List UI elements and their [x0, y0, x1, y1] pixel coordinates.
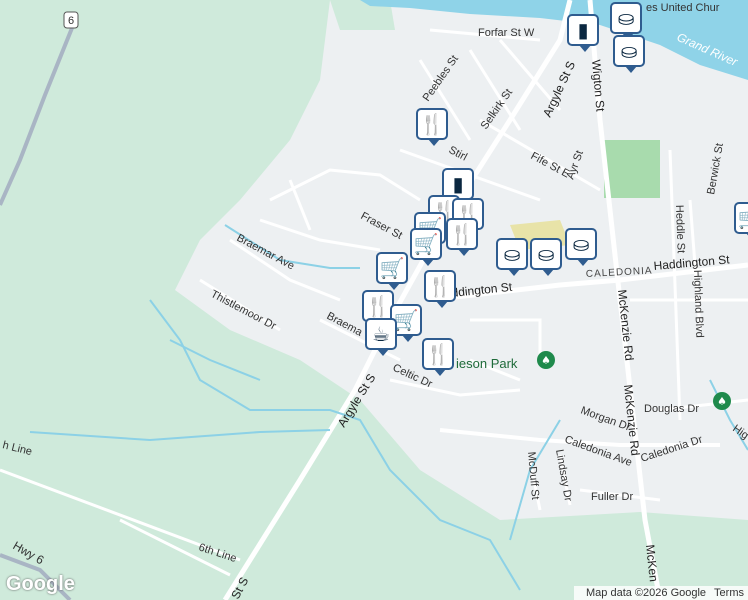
heddle-st-label: Heddle St	[673, 205, 687, 254]
svg-text:♠: ♠	[717, 395, 727, 408]
park-marker-icon: ♠	[713, 392, 731, 410]
park-label: ieson Park	[456, 356, 518, 371]
highway-shield-label: 6	[68, 15, 74, 27]
restaurant-icon: 🍴	[427, 274, 453, 298]
church-label: es United Chur	[646, 2, 720, 14]
douglas-dr-label: Douglas Dr	[644, 403, 699, 415]
school-icon: ⛀	[620, 39, 638, 63]
poi-marker[interactable]: 🍴	[424, 270, 456, 308]
school-icon: ⛀	[537, 242, 555, 266]
poi-marker[interactable]: 🍴	[422, 338, 454, 376]
highland-blvd-label: Highland Blvd	[691, 270, 705, 338]
poi-marker[interactable]: 🍴	[416, 108, 448, 146]
poi-marker[interactable]: ⛀	[530, 238, 562, 276]
highway-shield: 6	[63, 11, 79, 29]
restaurant-icon: 🍴	[419, 112, 445, 136]
poi-marker[interactable]: 🛒	[734, 202, 748, 240]
map-data-credit: Map data ©2026 Google	[586, 587, 707, 599]
coffee-cup-icon: ☕	[372, 322, 390, 346]
map-attribution: Map data ©2026 Google Terms	[574, 586, 748, 600]
grocery-cart-icon: 🛒	[393, 308, 419, 332]
school-icon: ⛀	[617, 6, 635, 30]
google-logo: Google	[6, 573, 75, 595]
poi-marker[interactable]: ⛀	[496, 238, 528, 276]
grocery-cart-icon: 🛒	[379, 256, 405, 280]
poi-marker[interactable]: ⛀	[613, 35, 645, 73]
restaurant-icon: 🍴	[449, 222, 475, 246]
restaurant-icon: 🍴	[425, 342, 451, 366]
school-icon: ⛀	[572, 232, 590, 256]
fuller-dr-label: Fuller Dr	[591, 491, 634, 503]
poi-marker[interactable]: 🛒	[410, 228, 442, 266]
grocery-cart-icon: 🛒	[413, 232, 439, 256]
restaurant-icon: 🍴	[365, 294, 391, 318]
forfar-st-label: Forfar St W	[478, 27, 535, 39]
terms-link[interactable]: Terms	[714, 587, 744, 599]
map-canvas[interactable]: 6 ♠ ♠ Forfar St W Peebles St Selkirk St …	[0, 0, 748, 600]
grocery-cart-icon: 🛒	[738, 208, 748, 228]
poi-marker[interactable]: 🛒	[376, 252, 408, 290]
shopping-bag-icon: ▮	[577, 18, 589, 42]
poi-marker[interactable]: ⛀	[610, 2, 642, 40]
poi-marker[interactable]: 🍴	[446, 218, 478, 256]
svg-text:♠: ♠	[541, 354, 551, 367]
park-marker-icon: ♠	[537, 351, 555, 369]
park-area	[604, 140, 660, 198]
poi-marker[interactable]: ☕	[365, 318, 397, 356]
poi-marker[interactable]: ▮	[567, 14, 599, 52]
shopping-bag-icon: ▮	[452, 172, 464, 196]
school-icon: ⛀	[503, 242, 521, 266]
poi-marker[interactable]: ⛀	[565, 228, 597, 266]
